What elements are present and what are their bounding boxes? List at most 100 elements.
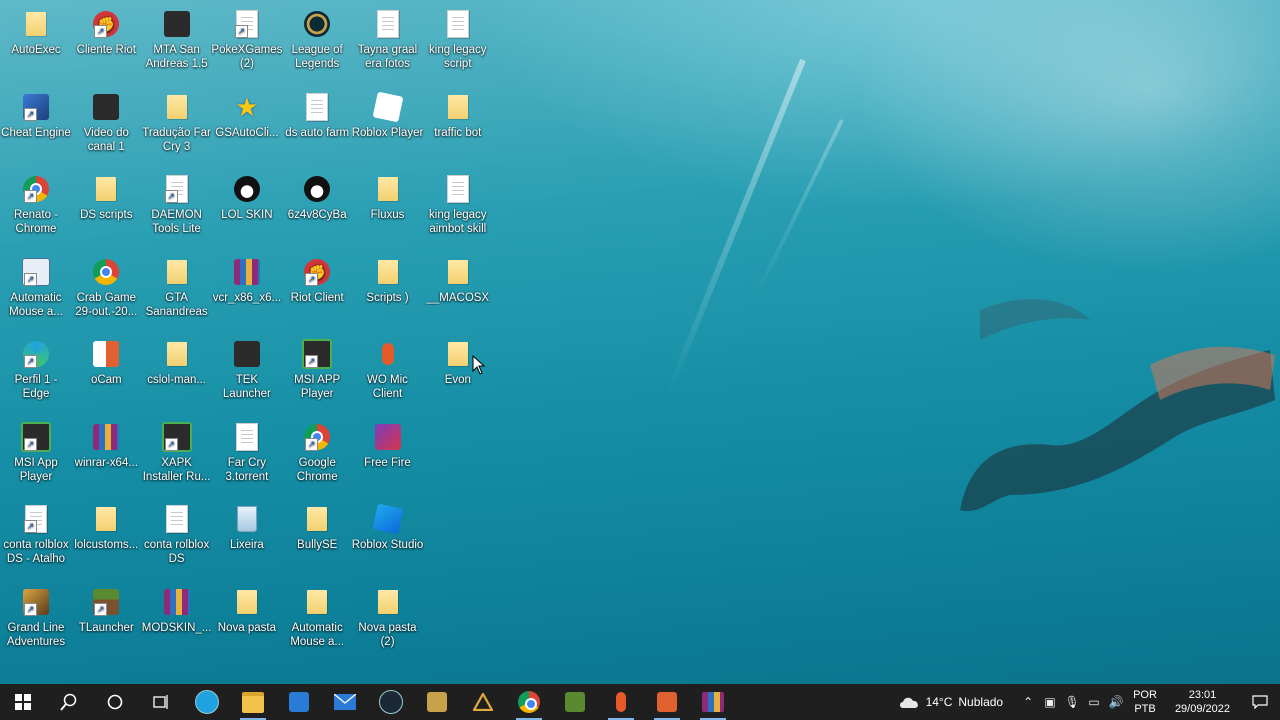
desktop-icon-label: XAPK Installer Ru... — [142, 456, 211, 483]
edge-taskbar[interactable] — [184, 684, 230, 720]
chrome-icon — [304, 423, 331, 450]
desktop-icon[interactable]: vcr_x86_x6... — [212, 251, 282, 329]
winrar-taskbar[interactable] — [690, 684, 736, 720]
folder-icon — [447, 259, 468, 284]
desktop-icon[interactable]: ✊ Cliente Riot — [71, 3, 141, 81]
chrome-taskbar[interactable] — [506, 684, 552, 720]
desktop-icon[interactable]: DAEMON Tools Lite — [142, 168, 212, 246]
chrome-icon — [518, 691, 540, 713]
desktop-icon[interactable]: Nova pasta — [212, 581, 282, 659]
desktop-icon[interactable]: Roblox Studio — [352, 498, 423, 576]
file-icon — [446, 10, 469, 38]
desktop-icon[interactable]: Tayna graal era fotos — [353, 3, 423, 81]
desktop-icon[interactable]: Cheat Engine — [1, 86, 71, 164]
desktop-icon[interactable]: Free Fire — [353, 416, 423, 494]
file-icon — [165, 175, 188, 203]
desktop-icon[interactable]: WO Mic Client — [353, 333, 423, 411]
desktop-icon[interactable]: MSI APP Player — [282, 333, 352, 411]
minecraft-taskbar[interactable] — [552, 684, 598, 720]
desktop-icon[interactable]: cslol-man... — [142, 333, 212, 411]
desktop-icon[interactable]: Nova pasta (2) — [353, 581, 423, 659]
notification-center-button[interactable] — [1240, 684, 1280, 720]
folder-icon — [377, 177, 398, 201]
microphone-icon[interactable]: 🎙 — [1061, 695, 1083, 709]
desktop-icon-label: king legacy script — [429, 44, 487, 70]
desktop-icon[interactable]: GTA Sanandreas — [142, 251, 212, 329]
desktop-icon[interactable]: Roblox Player — [352, 86, 423, 164]
file-explorer-taskbar[interactable] — [230, 684, 276, 720]
desktop-icon[interactable]: Video do canal 1 — [71, 86, 141, 164]
desktop-icon-label: MODSKIN_... — [141, 621, 212, 634]
icon-image — [372, 256, 404, 288]
desktop-icon[interactable]: Automatic Mouse a... — [282, 581, 352, 659]
folder-icon — [166, 259, 187, 284]
desktop-icon-label: winrar-x64... — [74, 456, 138, 469]
desktop-icon[interactable]: Lixeira — [212, 498, 282, 576]
desktop-icon[interactable]: 6z4v8CyBa — [282, 168, 352, 246]
desktop-icon[interactable]: TEK Launcher — [212, 333, 282, 411]
desktop-icon[interactable]: ✊ Riot Client — [282, 251, 352, 329]
desktop-icon[interactable]: Grand Line Adventures — [1, 581, 71, 659]
store-taskbar[interactable] — [276, 684, 322, 720]
arc-taskbar[interactable] — [460, 684, 506, 720]
desktop-icon[interactable]: conta rolblox DS - Atalho — [1, 498, 71, 576]
mail-taskbar[interactable] — [322, 684, 368, 720]
desktop-icon[interactable]: PokeXGames (2) — [211, 3, 282, 81]
desktop-icon[interactable]: Tradução Far Cry 3 — [142, 86, 212, 164]
chevron-up-icon[interactable]: ⌃ — [1017, 695, 1039, 709]
desktop-icon-label: BullySE — [297, 539, 338, 551]
desktop-icon[interactable]: Crab Game 29-out.-20... — [71, 251, 141, 329]
desktop-icon[interactable]: Renato - Chrome — [1, 168, 71, 246]
language-indicator[interactable]: POR PTB — [1133, 688, 1157, 716]
desktop-icon[interactable]: Fluxus — [353, 168, 423, 246]
icon-image — [161, 338, 193, 370]
desktop-icon[interactable]: traffic bot — [423, 86, 493, 164]
clock[interactable]: 23:01 29/09/2022 — [1175, 688, 1230, 716]
desktop-icon[interactable]: Perfil 1 - Edge — [1, 333, 71, 411]
desktop-icon[interactable]: winrar-x64... — [71, 416, 141, 494]
desktop-icon[interactable]: TLauncher — [71, 581, 141, 659]
volume-icon[interactable]: 🔊 — [1105, 695, 1127, 709]
start-button[interactable] — [0, 684, 46, 720]
desktop-icon[interactable]: DS scripts — [71, 168, 141, 246]
desktop-icon[interactable]: oCam — [71, 333, 141, 411]
desktop-icon[interactable]: lolcustoms... — [71, 498, 141, 576]
desktop-icon[interactable]: AutoExec — [1, 3, 71, 81]
weather-widget[interactable]: 14°C Nublado — [898, 695, 1003, 709]
desktop-icon[interactable]: League of Legends — [282, 3, 352, 81]
roblox-icon — [372, 91, 403, 122]
desktop-icon-label: Tradução Far Cry 3 — [142, 126, 211, 153]
desktop-icon[interactable]: MSI App Player — [1, 416, 71, 494]
desktop-icon[interactable]: Google Chrome — [282, 416, 352, 494]
desktop-icon[interactable]: LOL SKIN — [212, 168, 282, 246]
riot-icon: ✊ — [304, 258, 331, 285]
cheat-engine-icon — [23, 93, 49, 120]
desktop-icon-label: DS scripts — [80, 209, 133, 221]
desktop-icon[interactable]: MTA San Andreas 1.5 — [142, 3, 212, 81]
search-button[interactable] — [46, 684, 92, 720]
desktop-icon[interactable]: king legacy script — [423, 3, 493, 81]
desktop-icon[interactable]: ds auto farm — [282, 86, 352, 164]
league-taskbar[interactable] — [414, 684, 460, 720]
steam-taskbar[interactable] — [368, 684, 414, 720]
network-icon[interactable]: ▭ — [1083, 695, 1105, 709]
desktop-icon[interactable]: XAPK Installer Ru... — [142, 416, 212, 494]
desktop-icon[interactable]: Scripts ) — [353, 251, 423, 329]
cortana-button[interactable] — [92, 684, 138, 720]
desktop-icon[interactable]: MODSKIN_... — [142, 581, 212, 659]
desktop-icon[interactable]: king legacy aimbot skill — [423, 168, 493, 246]
app-icon — [93, 93, 120, 120]
icon-image — [372, 586, 404, 618]
desktop-icon[interactable]: BullySE — [282, 498, 352, 576]
mic-taskbar[interactable] — [598, 684, 644, 720]
desktop-icon[interactable]: conta rolblox DS — [142, 498, 212, 576]
network-device-icon[interactable]: ▣ — [1039, 695, 1061, 709]
microphone-icon — [381, 343, 394, 365]
desktop-icon[interactable]: Automatic Mouse a... — [1, 251, 71, 329]
ocam-taskbar[interactable] — [644, 684, 690, 720]
icon-image — [20, 173, 52, 205]
desktop-icon[interactable]: Far Cry 3.torrent — [212, 416, 282, 494]
desktop-icon[interactable]: ★ GSAutoCli... — [212, 86, 282, 164]
task-view-button[interactable] — [138, 684, 184, 720]
desktop-icon[interactable]: __MACOSX — [423, 251, 493, 329]
